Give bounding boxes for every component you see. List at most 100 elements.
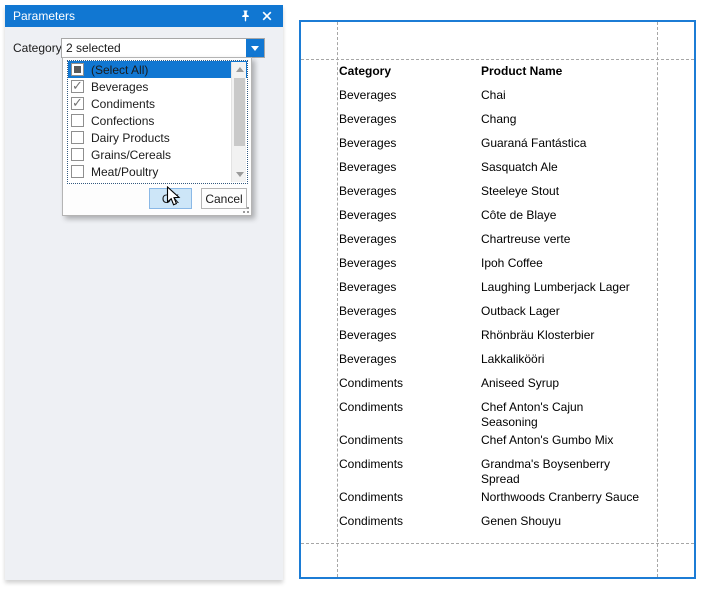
resize-grip[interactable] — [240, 204, 249, 213]
category-cell: Beverages — [339, 232, 481, 247]
product-cell: Laughing Lumberjack Lager — [481, 280, 661, 295]
table-row: Beverages Laughing Lumberjack Lager — [339, 277, 661, 301]
table-row: Condiments Northwoods Cranberry Sauce — [339, 487, 661, 511]
column-header-category: Category — [339, 64, 481, 79]
category-cell: Condiments — [339, 400, 481, 415]
product-cell: Rhönbräu Klosterbier — [481, 328, 661, 343]
product-cell: Northwoods Cranberry Sauce — [481, 490, 661, 505]
category-cell: Beverages — [339, 112, 481, 127]
product-cell: Côte de Blaye — [481, 208, 661, 223]
app-window: Parameters Category 2 selected — [0, 0, 704, 596]
margin-line-left — [337, 22, 338, 577]
checkbox-icon[interactable] — [71, 114, 84, 127]
product-cell: Chef Anton's Cajun Seasoning — [481, 400, 661, 430]
table-row: Beverages Chang — [339, 109, 661, 133]
category-cell: Beverages — [339, 352, 481, 367]
list-item[interactable]: (Select All) — [68, 61, 247, 78]
combobox-dropdown-button[interactable] — [246, 39, 264, 57]
table-header-row: Category Product Name — [339, 61, 661, 85]
report-table: Category Product Name Beverages Chai Bev… — [339, 61, 661, 535]
table-row: Beverages Chartreuse verte — [339, 229, 661, 253]
ok-button[interactable]: OK — [149, 188, 192, 209]
pin-icon[interactable] — [237, 8, 253, 24]
checkbox-icon[interactable] — [71, 80, 84, 93]
product-cell: Ipoh Coffee — [481, 256, 661, 271]
margin-line-bottom — [301, 543, 694, 544]
report-page: Category Product Name Beverages Chai Bev… — [299, 20, 696, 579]
list-item-label: Meat/Poultry — [91, 165, 158, 179]
combobox-value: 2 selected — [62, 39, 246, 57]
checkbox-icon[interactable] — [71, 131, 84, 144]
scroll-up-icon[interactable] — [232, 62, 247, 77]
product-cell: Chef Anton's Gumbo Mix — [481, 433, 661, 448]
product-cell: Grandma's Boysenberry Spread — [481, 457, 661, 487]
category-cell: Condiments — [339, 457, 481, 472]
table-row: Condiments Aniseed Syrup — [339, 373, 661, 397]
category-cell: Beverages — [339, 280, 481, 295]
table-row: Condiments Chef Anton's Gumbo Mix — [339, 430, 661, 454]
product-cell: Lakkalikööri — [481, 352, 661, 367]
list-item[interactable]: Condiments — [68, 95, 247, 112]
checkbox-icon[interactable] — [71, 97, 84, 110]
parameter-row: Category 2 selected — [13, 38, 283, 58]
category-cell: Condiments — [339, 514, 481, 529]
list-item[interactable]: Dairy Products — [68, 129, 247, 146]
product-cell: Guaraná Fantástica — [481, 136, 661, 151]
table-row: Beverages Lakkalikööri — [339, 349, 661, 373]
product-cell: Sasquatch Ale — [481, 160, 661, 175]
checkbox-icon[interactable] — [71, 63, 84, 76]
checkbox-icon[interactable] — [71, 165, 84, 178]
category-cell: Beverages — [339, 184, 481, 199]
category-cell: Beverages — [339, 88, 481, 103]
list-item-label: Beverages — [91, 80, 148, 94]
category-cell: Beverages — [339, 208, 481, 223]
category-dropdown-popup: (Select All) Beverages Condiments Confec… — [62, 57, 252, 216]
close-icon[interactable] — [259, 8, 275, 24]
category-cell: Condiments — [339, 376, 481, 391]
table-row: Beverages Outback Lager — [339, 301, 661, 325]
list-item-label: Dairy Products — [91, 131, 170, 145]
scrollbar-thumb[interactable] — [234, 78, 245, 146]
margin-line-top — [301, 59, 694, 60]
category-combobox[interactable]: 2 selected — [61, 38, 265, 58]
list-item[interactable]: Confections — [68, 112, 247, 129]
table-row: Beverages Sasquatch Ale — [339, 157, 661, 181]
category-cell: Condiments — [339, 490, 481, 505]
table-row: Condiments Genen Shouyu — [339, 511, 661, 535]
list-item-label: (Select All) — [91, 63, 148, 77]
list-item[interactable]: Grains/Cereals — [68, 146, 247, 163]
table-row: Condiments Chef Anton's Cajun Seasoning — [339, 397, 661, 430]
chevron-down-icon — [251, 46, 259, 51]
category-checklist: (Select All) Beverages Condiments Confec… — [67, 60, 248, 184]
category-cell: Condiments — [339, 433, 481, 448]
list-item[interactable]: Meat/Poultry — [68, 163, 247, 180]
list-item-label: Grains/Cereals — [91, 148, 171, 162]
category-cell: Beverages — [339, 304, 481, 319]
table-row: Beverages Steeleye Stout — [339, 181, 661, 205]
panel-title: Parameters — [13, 9, 231, 23]
table-row: Beverages Ipoh Coffee — [339, 253, 661, 277]
list-item-label: Condiments — [91, 97, 155, 111]
table-row: Condiments Grandma's Boysenberry Spread — [339, 454, 661, 487]
table-row: Beverages Chai — [339, 85, 661, 109]
product-cell: Chang — [481, 112, 661, 127]
category-cell: Beverages — [339, 256, 481, 271]
scrollbar[interactable] — [231, 62, 246, 182]
table-row: Beverages Guaraná Fantástica — [339, 133, 661, 157]
panel-titlebar: Parameters — [5, 5, 283, 27]
category-cell: Beverages — [339, 136, 481, 151]
product-cell: Outback Lager — [481, 304, 661, 319]
product-cell: Aniseed Syrup — [481, 376, 661, 391]
product-cell: Chartreuse verte — [481, 232, 661, 247]
product-cell: Genen Shouyu — [481, 514, 661, 529]
scroll-down-icon[interactable] — [232, 167, 247, 182]
product-cell: Steeleye Stout — [481, 184, 661, 199]
column-header-product: Product Name — [481, 64, 661, 79]
dropdown-button-row: OK Cancel — [63, 182, 251, 215]
list-item[interactable]: Beverages — [68, 78, 247, 95]
category-cell: Beverages — [339, 328, 481, 343]
table-body: Beverages Chai Beverages Chang Beverages… — [339, 85, 661, 535]
table-row: Beverages Rhönbräu Klosterbier — [339, 325, 661, 349]
checkbox-icon[interactable] — [71, 148, 84, 161]
table-row: Beverages Côte de Blaye — [339, 205, 661, 229]
